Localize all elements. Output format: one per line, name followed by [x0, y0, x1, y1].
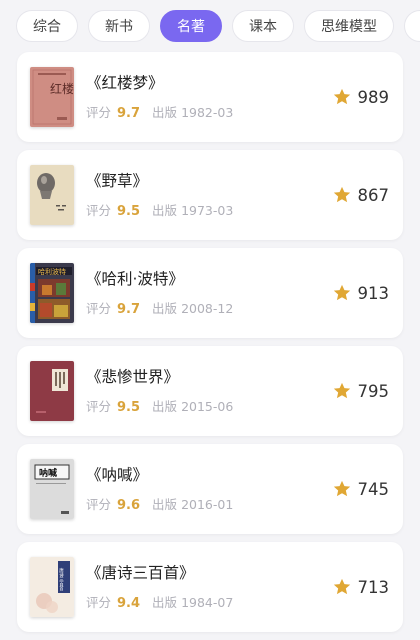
star-icon: [333, 382, 350, 399]
score-value: 9.6: [117, 498, 141, 513]
rating: 989: [332, 87, 390, 107]
score-value: 9.5: [117, 400, 141, 415]
book-cover: 红楼梦: [30, 67, 74, 127]
rating-count: 867: [357, 185, 390, 205]
score-label: 评分: [86, 301, 112, 316]
book-cover: 唐诗三百首: [30, 557, 74, 617]
publish-label: 出版: [152, 595, 178, 610]
book-info: 《哈利·波特》 评分 9.7 出版 2008-12: [86, 268, 332, 318]
book-title: 《红楼梦》: [86, 74, 164, 92]
cover-title-text: 唐诗三百首: [59, 567, 64, 592]
book-title: 《悲惨世界》: [86, 368, 180, 386]
book-title: 《野草》: [86, 172, 149, 190]
rating: 745: [332, 479, 390, 499]
book-meta: 评分 9.7 出版 1982-03: [86, 105, 332, 122]
publish-date: 2008-12: [181, 301, 234, 316]
book-info: 《呐喊》 评分 9.6 出版 2016-01: [86, 464, 332, 514]
publish-label: 出版: [152, 301, 178, 316]
cover-title-text: 红楼梦: [50, 81, 74, 96]
book-title: 《哈利·波特》: [86, 270, 184, 288]
score-value: 9.7: [117, 302, 141, 317]
score-label: 评分: [86, 105, 112, 120]
book-cover: [30, 165, 74, 225]
book-info: 《悲惨世界》 评分 9.5 出版 2015-06: [86, 366, 332, 416]
book-cover: [30, 361, 74, 421]
rating: 867: [332, 185, 390, 205]
publish-date: 2016-01: [181, 497, 234, 512]
publish-date: 1973-03: [181, 203, 234, 218]
tab-thinking-models[interactable]: 思维模型: [304, 10, 394, 42]
score-label: 评分: [86, 399, 112, 414]
rating-count: 795: [357, 381, 390, 401]
publish-date: 1982-03: [181, 105, 234, 120]
star-icon: [333, 578, 350, 595]
book-title: 《呐喊》: [86, 466, 149, 484]
tab-new-books[interactable]: 新书: [88, 10, 150, 42]
book-meta: 评分 9.6 出版 2016-01: [86, 497, 332, 514]
book-card[interactable]: 呐喊 《呐喊》 评分 9.6 出版 2016-01 745: [17, 444, 403, 534]
score-label: 评分: [86, 595, 112, 610]
star-icon: [333, 88, 350, 105]
rating-count: 989: [357, 87, 390, 107]
rating: 713: [332, 577, 390, 597]
tab-classics[interactable]: 名著: [160, 10, 222, 42]
star-icon: [333, 480, 350, 497]
tab-partial-next[interactable]: 经: [404, 10, 420, 42]
score-value: 9.5: [117, 204, 141, 219]
book-card[interactable]: 哈利波特 《哈利·波特》 评分 9.7 出版 2008-12 913: [17, 248, 403, 338]
book-info: 《红楼梦》 评分 9.7 出版 1982-03: [86, 72, 332, 122]
book-card[interactable]: 唐诗三百首 《唐诗三百首》 评分 9.4 出版 1984-07 713: [17, 542, 403, 632]
score-label: 评分: [86, 203, 112, 218]
book-title: 《唐诗三百首》: [86, 564, 195, 582]
book-meta: 评分 9.5 出版 1973-03: [86, 203, 332, 220]
book-cover: 哈利波特: [30, 263, 74, 323]
rating-count: 713: [357, 577, 390, 597]
book-info: 《唐诗三百首》 评分 9.4 出版 1984-07: [86, 562, 332, 612]
book-info: 《野草》 评分 9.5 出版 1973-03: [86, 170, 332, 220]
tab-comprehensive[interactable]: 综合: [16, 10, 78, 42]
book-meta: 评分 9.4 出版 1984-07: [86, 595, 332, 612]
star-icon: [333, 186, 350, 203]
rating: 913: [332, 283, 390, 303]
book-card[interactable]: 《野草》 评分 9.5 出版 1973-03 867: [17, 150, 403, 240]
cover-title-text: 哈利波特: [38, 267, 66, 276]
score-value: 9.7: [117, 106, 141, 121]
publish-date: 1984-07: [181, 595, 234, 610]
rating: 795: [332, 381, 390, 401]
publish-label: 出版: [152, 399, 178, 414]
category-tabs: 综合 新书 名著 课本 思维模型 经: [0, 0, 420, 52]
book-meta: 评分 9.5 出版 2015-06: [86, 399, 332, 416]
rating-count: 913: [357, 283, 390, 303]
score-value: 9.4: [117, 596, 141, 611]
publish-label: 出版: [152, 203, 178, 218]
star-icon: [333, 284, 350, 301]
rating-count: 745: [357, 479, 390, 499]
publish-label: 出版: [152, 497, 178, 512]
book-list: 红楼梦 《红楼梦》 评分9.7出版1982-03 989: [17, 52, 403, 640]
publish-date: 2015-06: [181, 399, 234, 414]
book-meta: 评分 9.7 出版 2008-12: [86, 301, 332, 318]
book-card[interactable]: 《悲惨世界》 评分 9.5 出版 2015-06 795: [17, 346, 403, 436]
tab-textbooks[interactable]: 课本: [232, 10, 294, 42]
book-cover: 呐喊: [30, 459, 74, 519]
book-card[interactable]: 红楼梦 《红楼梦》 评分 9.7 出版1982-03 989: [17, 52, 403, 142]
score-label: 评分: [86, 497, 112, 512]
cover-title-text: 呐喊: [39, 467, 57, 479]
publish-label: 出版: [152, 105, 178, 120]
